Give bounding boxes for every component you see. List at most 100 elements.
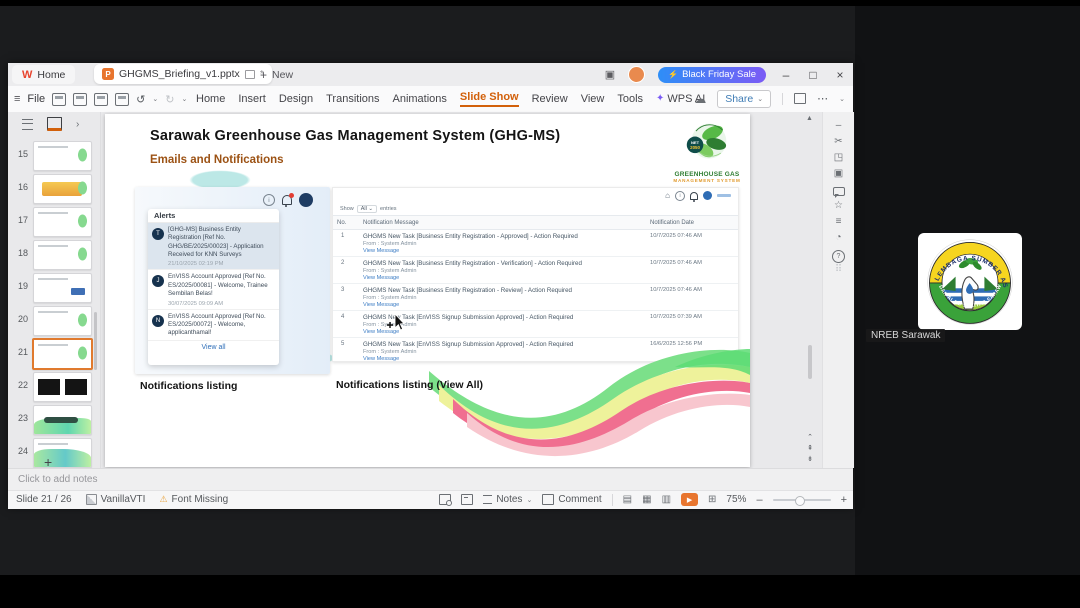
slide-panel-item[interactable]: 20 [8,305,96,336]
comment-button[interactable]: Comment [542,494,602,505]
entries-select[interactable]: All ⌄ [356,205,378,213]
slide-panel-item[interactable]: 17 [8,206,96,237]
info-icon[interactable]: i [675,190,685,201]
slide-thumbnail[interactable] [33,438,92,468]
bell-icon[interactable] [690,191,698,202]
multi-window-icon[interactable]: ▣ [823,168,854,179]
slide-thumbnail[interactable] [33,273,92,303]
alert-item[interactable]: J EnVISS Account Approved [Ref No. ES/20… [148,270,279,310]
slide-thumbnail[interactable] [33,240,92,270]
info-icon[interactable]: i [263,194,275,206]
slide-panel-item-current[interactable]: 21 [8,338,96,370]
slide-sorter-icon[interactable]: ▦ [642,494,651,505]
cloud-sync-icon[interactable]: ☁ [694,92,706,106]
zoom-in-icon[interactable]: + [841,494,847,506]
rehearse-timing-icon[interactable] [439,494,453,506]
slide-panel-scrollbar[interactable] [94,312,97,370]
collapse-panel-icon[interactable]: › [76,119,79,130]
tab-document[interactable]: P GHGMS_Briefing_v1.pptx * [94,64,272,84]
zoom-slider[interactable] [772,495,831,506]
home-icon[interactable]: ⌂ [665,191,670,200]
menu-design[interactable]: Design [279,93,313,105]
zoom-level[interactable]: 75% [726,494,746,505]
ribbon-panel-icon[interactable] [794,93,807,104]
fullscreen-icon[interactable]: ⊞ [708,494,716,505]
print-preview-icon[interactable] [115,92,130,106]
undo-icon[interactable]: ↺ [136,93,145,106]
undo-dropdown-icon[interactable]: ⌄ [152,95,158,103]
view-message-link[interactable]: View Message [363,302,646,308]
crop-beautify-icon[interactable]: ◳ [823,152,854,163]
menu-animations[interactable]: Animations [393,93,447,105]
slide-thumbnail[interactable] [33,207,92,237]
slide-panel-item[interactable]: 15 [8,140,96,171]
scroll-up-small-icon[interactable]: ⌃ [803,432,817,443]
slide-panel-item[interactable]: 22 [8,371,96,402]
multi-window-icon[interactable]: ▣ [605,68,615,81]
history-icon[interactable]: ◔ [823,232,854,243]
slide-panel-item[interactable]: 16 [8,173,96,204]
collapse-sidebar-icon[interactable]: – [823,120,854,131]
slide-panel-item[interactable]: 23 [8,404,96,435]
view-all-link[interactable]: View all [148,341,279,351]
reading-view-icon[interactable]: ▥ [662,494,671,505]
menu-home[interactable]: Home [196,93,225,105]
notes-toggle[interactable]: Notes ⌄ [483,494,532,505]
slide-thumbnail[interactable] [33,405,92,435]
previous-slide-icon[interactable]: ⇞ [803,443,817,454]
view-message-link[interactable]: View Message [363,248,646,254]
slide-view-icon[interactable] [47,117,62,131]
menu-transitions[interactable]: Transitions [326,93,379,105]
participant-video-tile[interactable]: LEMBAGA SUMBER ASLI DAN ALAM SEKITAR SAR… [918,233,1022,330]
play-slideshow-button[interactable]: ▶ [681,493,699,506]
collapse-ribbon-icon[interactable]: ⌄ [839,95,845,103]
menu-tools[interactable]: Tools [617,93,643,105]
menu-view[interactable]: View [581,93,605,105]
file-menu[interactable]: File [27,93,45,105]
apps-grid-icon[interactable]: ⠿ [823,264,854,275]
comment-panel-icon[interactable] [833,187,845,198]
scroll-up-icon[interactable]: ▲ [806,115,813,122]
promo-button[interactable]: ⚡ Black Friday Sale [658,66,766,83]
alert-item[interactable]: T [GHG-MS] Business Entity Registration … [148,223,279,271]
slide-thumbnail[interactable] [33,141,92,171]
next-slide-icon[interactable]: ⇟ [803,454,817,465]
outline-view-icon[interactable] [22,118,33,130]
menu-review[interactable]: Review [532,93,568,105]
view-message-link[interactable]: View Message [363,275,646,281]
favorites-icon[interactable]: ☆ [823,200,854,211]
slide-thumbnail[interactable] [33,174,92,204]
slideshow-settings-icon[interactable] [461,494,474,505]
alert-item[interactable]: N EnVISS Account Approved [Ref No. ES/20… [148,310,279,341]
cut-tools-icon[interactable]: ✂ [823,136,854,147]
minimize-button[interactable]: – [779,68,793,82]
theme-button[interactable]: VanillaVTI [85,494,145,505]
zoom-slider-handle[interactable] [794,495,805,506]
slide-thumbnail[interactable] [33,372,92,402]
redo-icon[interactable]: ↻ [165,93,174,106]
restore-button[interactable]: □ [806,68,820,82]
menu-insert[interactable]: Insert [238,93,266,105]
slide-panel-item[interactable]: 19 [8,272,96,303]
zoom-out-icon[interactable]: – [756,494,762,506]
save-icon[interactable] [52,92,67,106]
adjust-settings-icon[interactable]: ≡ [823,216,854,227]
more-options-icon[interactable]: ⋯ [817,92,828,105]
close-button[interactable]: × [833,68,847,82]
font-missing-warning[interactable]: ⚠ Font Missing [159,494,228,505]
slide-thumbnail[interactable] [33,306,92,336]
table-row[interactable]: 3 GHGMS New Task [Business Entity Regist… [333,284,738,311]
new-tab-button[interactable]: + New [260,65,293,84]
normal-view-icon[interactable]: ▤ [623,494,632,505]
slide-canvas[interactable]: Sarawak Greenhouse Gas Management System… [105,114,750,467]
user-avatar[interactable] [628,66,646,83]
share-button[interactable]: Share ⌄ [717,89,772,108]
export-icon[interactable] [73,92,88,106]
slide-panel-item[interactable]: 18 [8,239,96,270]
hamburger-icon[interactable]: ≡ [14,93,20,105]
menu-slide-show[interactable]: Slide Show [459,91,519,107]
profile-avatar-icon[interactable] [703,191,712,200]
profile-avatar-icon[interactable] [299,193,313,207]
help-icon[interactable]: ? [832,250,845,263]
print-icon[interactable] [94,92,109,106]
